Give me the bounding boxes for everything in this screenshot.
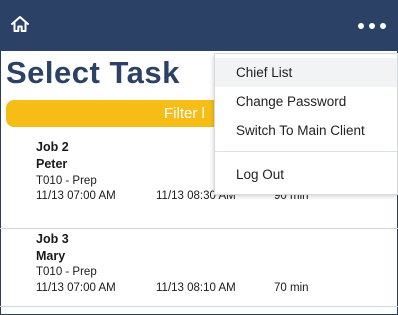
job-task-code: T010 - Prep xyxy=(36,175,97,187)
menu-divider xyxy=(215,151,397,152)
job-task-code: T010 - Prep xyxy=(36,266,97,278)
more-options-button[interactable] xyxy=(358,18,386,34)
home-icon xyxy=(10,14,30,39)
list-divider xyxy=(0,306,398,307)
menu-item-switch-to-main-client[interactable]: Switch To Main Client xyxy=(215,116,397,145)
page-title: Select Task xyxy=(6,55,180,90)
menu-item-change-password[interactable]: Change Password xyxy=(215,87,397,116)
top-bar xyxy=(0,0,398,51)
job-end-time: 11/13 08:10 AM xyxy=(156,282,236,294)
job-title: Job 3 xyxy=(36,232,69,246)
more-horizontal-icon xyxy=(358,23,364,29)
filter-label: Filter l xyxy=(164,105,205,122)
job-title: Job 2 xyxy=(36,140,69,154)
menu-item-log-out[interactable]: Log Out xyxy=(215,160,397,189)
options-dropdown-menu: Chief List Change Password Switch To Mai… xyxy=(214,53,398,195)
home-button[interactable] xyxy=(8,14,32,38)
task-list-item[interactable]: Job 3 Mary T010 - Prep 11/13 07:00 AM 11… xyxy=(0,229,398,307)
job-start-time: 11/13 07:00 AM xyxy=(36,282,116,294)
job-start-time: 11/13 07:00 AM xyxy=(36,190,116,202)
job-worker: Peter xyxy=(36,157,68,171)
menu-item-chief-list[interactable]: Chief List xyxy=(215,58,397,87)
job-worker: Mary xyxy=(36,249,66,263)
job-duration: 70 min xyxy=(274,282,309,294)
